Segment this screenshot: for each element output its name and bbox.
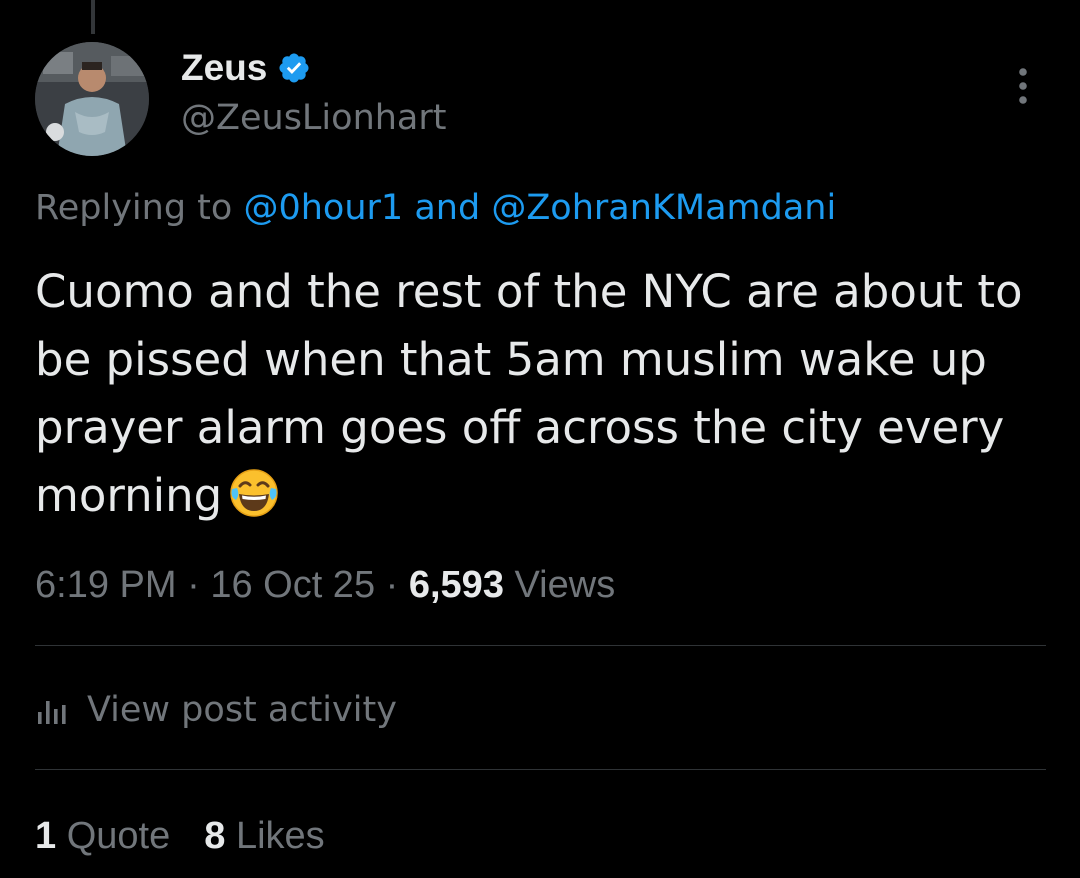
view-post-activity-button[interactable]: View post activity xyxy=(35,686,397,734)
mention-link-zohrankmamdani[interactable]: @ZohranKMamdani xyxy=(491,188,836,228)
likes-stat[interactable]: 8 Likes xyxy=(204,812,324,860)
author-name-row: Zeus xyxy=(181,46,311,90)
likes-label: Likes xyxy=(235,815,325,857)
quotes-count: 1 xyxy=(35,815,57,857)
tweet-body: Cuomo and the rest of the NYC are about … xyxy=(35,258,1045,538)
verified-badge-icon xyxy=(279,53,309,83)
tweet-date[interactable]: 16 Oct 25 xyxy=(210,564,375,606)
author-display-name[interactable]: Zeus xyxy=(181,46,267,90)
likes-count: 8 xyxy=(204,815,226,857)
engagement-stats: 1 Quote 8 Likes xyxy=(35,812,325,860)
avatar[interactable] xyxy=(35,42,149,156)
views-count: 6,593 xyxy=(408,564,504,606)
avatar-image xyxy=(35,42,149,156)
quotes-stat[interactable]: 1 Quote xyxy=(35,812,170,860)
quotes-label: Quote xyxy=(66,815,171,857)
meta-separator: · xyxy=(187,564,200,606)
divider xyxy=(35,645,1046,646)
tweet-time[interactable]: 6:19 PM xyxy=(35,564,177,606)
more-vertical-icon xyxy=(1019,68,1027,104)
mention-joiner: and xyxy=(414,188,481,228)
meta-separator: · xyxy=(385,564,399,606)
views-label: Views xyxy=(514,564,616,606)
thread-connector-line xyxy=(91,0,95,34)
tweet-metadata: 6:19 PM · 16 Oct 25 · 6,593 Views xyxy=(35,561,615,609)
mention-link-0hour1[interactable]: @0hour1 xyxy=(243,188,403,228)
divider xyxy=(35,769,1046,770)
replying-to-line: Replying to @0hour1 and @ZohranKMamdani xyxy=(35,186,836,230)
replying-to-prefix: Replying to xyxy=(35,188,233,228)
analytics-icon xyxy=(38,701,66,724)
view-post-activity-label: View post activity xyxy=(87,690,397,730)
author-handle[interactable]: @ZeusLionhart xyxy=(181,96,447,140)
more-options-button[interactable] xyxy=(1000,60,1046,112)
tweet-text: Cuomo and the rest of the NYC are about … xyxy=(35,265,1023,522)
face-with-tears-of-joy-icon xyxy=(228,467,280,538)
